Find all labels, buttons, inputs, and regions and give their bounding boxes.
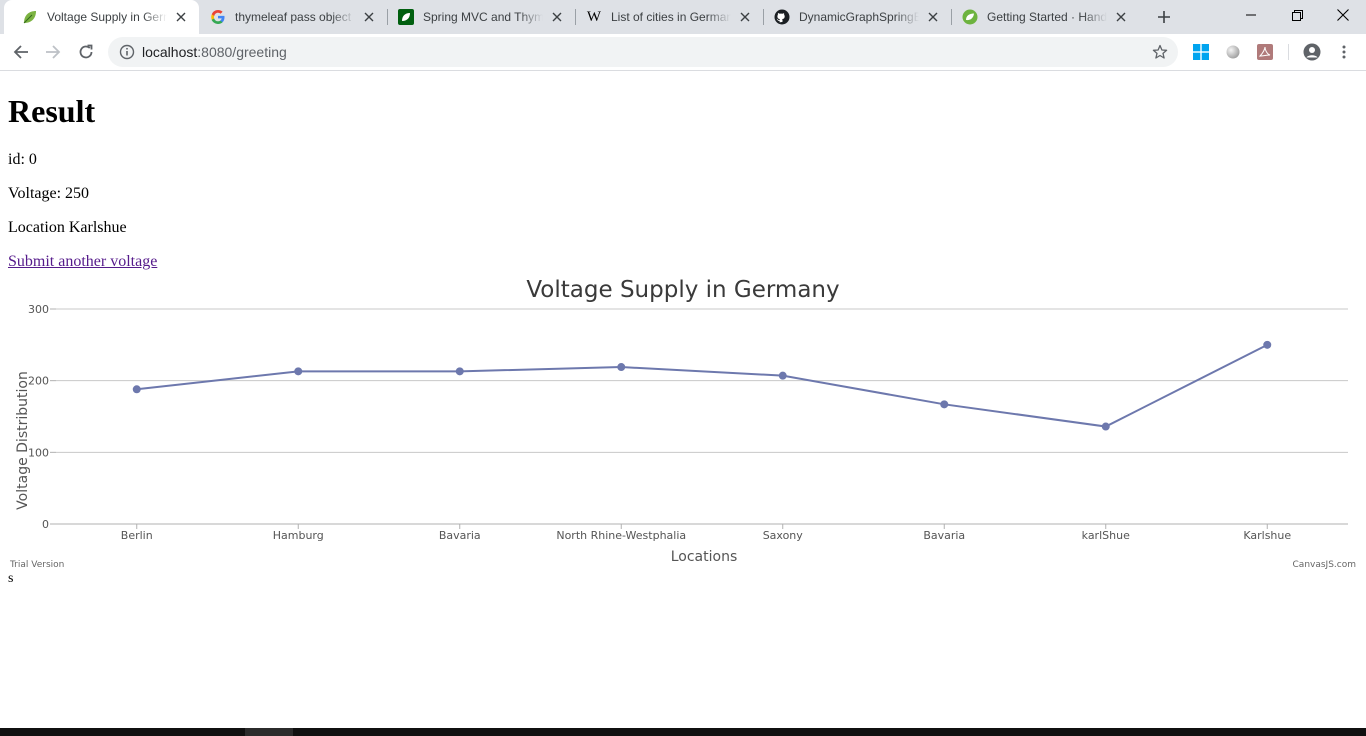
toolbar-divider [1288, 44, 1289, 60]
x-tick-label: Berlin [121, 529, 153, 542]
google-icon [210, 9, 226, 25]
tab-spring-mvc-thymeleaf[interactable]: Spring MVC and Thymeleaf [380, 0, 575, 34]
tab-thymeleaf-pass-object[interactable]: thymeleaf pass object to [192, 0, 387, 34]
account-icon[interactable] [1303, 43, 1321, 61]
location-text: Location Karlshue [8, 219, 127, 236]
trailing-text: s [8, 571, 14, 586]
y-axis-title: Voltage Distribution [15, 371, 31, 510]
x-tick-label: Karlshue [1243, 529, 1291, 542]
sphere-extension-icon[interactable] [1225, 44, 1241, 60]
voltage-text: Voltage: 250 [8, 185, 90, 202]
taskbar-item[interactable] [245, 728, 293, 736]
page-content: Result id: 0 Voltage: 250 Location Karls… [0, 71, 1366, 728]
tab-strip: Voltage Supply in Germany thymeleaf pass… [0, 0, 1366, 34]
close-icon[interactable] [925, 9, 941, 25]
close-icon[interactable] [549, 9, 565, 25]
tab-title: List of cities in Germany [611, 10, 731, 24]
voltage-chart: Voltage Supply in Germany 0 100 200 300 Berli… [0, 271, 1366, 581]
star-icon[interactable] [1152, 44, 1168, 65]
tab-list-of-cities[interactable]: W List of cities in Germany [568, 0, 763, 34]
leaf-icon [22, 9, 38, 25]
page-title: Result [8, 93, 96, 129]
address-bar[interactable]: localhost:8080/greeting [108, 37, 1178, 67]
y-tick-label: 100 [28, 446, 49, 459]
series-line [136, 343, 1268, 428]
x-tick-label: Saxony [763, 529, 804, 542]
restore-button[interactable] [1274, 0, 1320, 30]
chart-title: Voltage Supply in Germany [526, 277, 839, 303]
minimize-icon [1246, 14, 1256, 16]
data-point [617, 363, 626, 372]
close-icon[interactable] [173, 9, 189, 25]
browser-toolbar: localhost:8080/greeting [0, 34, 1366, 71]
tab-title: Getting Started · Handling [987, 10, 1107, 24]
new-tab-button[interactable] [1154, 7, 1174, 27]
id-text: id: 0 [8, 151, 37, 168]
minimize-button[interactable] [1228, 0, 1274, 30]
data-point [294, 367, 303, 376]
arrow-left-icon [13, 45, 28, 59]
pdf-extension-icon[interactable] [1257, 44, 1273, 60]
x-axis-title: Locations [671, 549, 738, 565]
github-icon [774, 9, 790, 25]
y-tick-label: 0 [42, 518, 49, 531]
data-point [940, 400, 949, 409]
menu-icon[interactable] [1336, 44, 1352, 60]
tab-dynamic-graph-github[interactable]: DynamicGraphSpringBoot [756, 0, 951, 34]
spring-icon [962, 9, 978, 25]
data-point [1101, 422, 1110, 431]
url-host: localhost [142, 44, 198, 60]
tab-voltage-supply[interactable]: Voltage Supply in Germany [4, 0, 199, 34]
close-icon[interactable] [1113, 9, 1129, 25]
windows-extension-icon[interactable] [1193, 44, 1209, 60]
plus-icon [1158, 11, 1170, 23]
forward-button[interactable] [39, 38, 67, 66]
back-button[interactable] [7, 38, 35, 66]
tab-getting-started[interactable]: Getting Started · Handling [944, 0, 1139, 34]
tab-title: DynamicGraphSpringBoot [799, 10, 919, 24]
reload-button[interactable] [72, 38, 100, 66]
x-tick-label: Bavaria [923, 529, 965, 542]
submit-another-voltage-link[interactable]: Submit another voltage [8, 253, 157, 270]
x-tick-label: Hamburg [273, 529, 324, 542]
info-icon[interactable] [119, 44, 135, 65]
y-tick-label: 300 [28, 303, 49, 316]
trial-version-text: Trial Version [9, 560, 64, 570]
canvasjs-credit: CanvasJS.com [1293, 560, 1356, 570]
data-point [455, 367, 464, 376]
close-icon [1337, 9, 1349, 21]
y-tick-label: 200 [28, 375, 49, 388]
data-point [1263, 340, 1272, 349]
x-tick-label: karlShue [1082, 529, 1130, 542]
reload-icon [79, 44, 93, 59]
tab-title: thymeleaf pass object to [235, 10, 355, 24]
leaf-green-square-icon [398, 9, 414, 25]
tab-title: Spring MVC and Thymeleaf [423, 10, 543, 24]
arrow-right-icon [46, 45, 61, 59]
x-tick-label: North Rhine-Westphalia [556, 529, 686, 542]
close-icon[interactable] [361, 9, 377, 25]
close-window-button[interactable] [1320, 0, 1366, 30]
tab-title: Voltage Supply in Germany [47, 10, 167, 24]
wikipedia-icon: W [586, 8, 602, 25]
data-point [132, 385, 141, 394]
chart-canvas: Voltage Supply in Germany 0 100 200 300 Berli… [9, 277, 1356, 570]
taskbar [0, 728, 1366, 736]
restore-icon [1291, 9, 1303, 21]
data-point [778, 371, 787, 380]
close-icon[interactable] [737, 9, 753, 25]
url-text[interactable]: localhost:8080/greeting [142, 44, 287, 60]
url-path: :8080/greeting [197, 44, 287, 60]
x-tick-label: Bavaria [439, 529, 481, 542]
link-paragraph: Submit another voltage [8, 253, 157, 271]
